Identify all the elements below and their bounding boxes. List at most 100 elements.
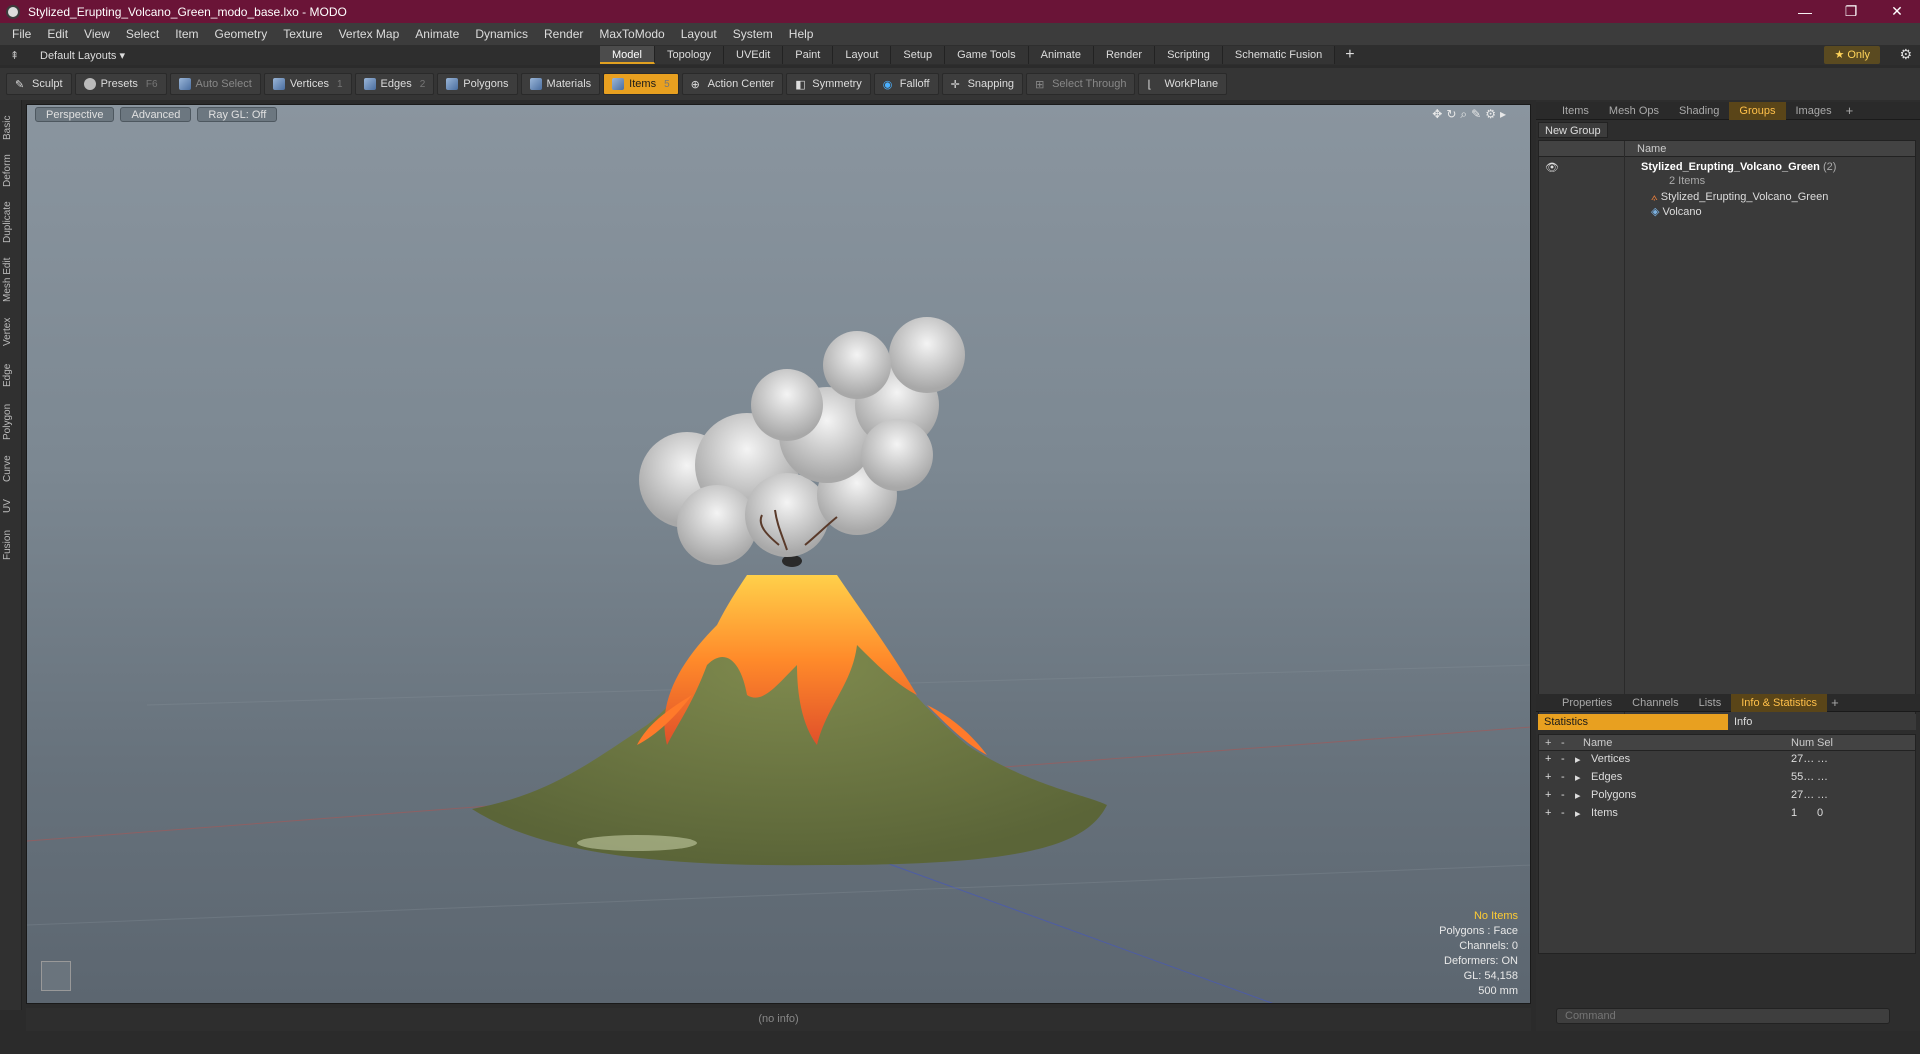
vtab-curve[interactable]: Curve [2,450,20,488]
menu-geometry[interactable]: Geometry [207,27,276,41]
restore-button[interactable]: ❐ [1828,3,1874,20]
tab-layout[interactable]: Layout [833,46,892,64]
tab-images[interactable]: Images [1786,102,1842,120]
menu-animate[interactable]: Animate [407,27,467,41]
perspective-dropdown[interactable]: Perspective [35,107,115,122]
tab-groups[interactable]: Groups [1729,101,1786,120]
group-child-row[interactable]: ◈ Volcano [1651,205,1702,218]
name-column-header: Name [1637,143,1667,155]
new-group-button[interactable]: New Group [1538,122,1608,138]
gear-icon[interactable]: ⚙ [1899,46,1912,63]
presets-button[interactable]: Presets F6 [74,73,167,95]
raygl-toggle[interactable]: Ray GL: Off [197,107,278,122]
items-button[interactable]: Items 5 [603,73,679,95]
menu-texture[interactable]: Texture [275,27,330,41]
vtab-polygon[interactable]: Polygon [2,398,20,446]
tab-items[interactable]: Items [1552,102,1599,120]
vtab-vertex[interactable]: Vertex [2,312,20,352]
statistics-subtab[interactable]: Statistics [1538,714,1728,730]
add-panel-tab-icon[interactable]: + [1846,103,1854,118]
symmetry-button[interactable]: ◧ Symmetry [786,73,871,95]
tab-render[interactable]: Render [1093,46,1156,64]
group-root-row[interactable]: Stylized_Erupting_Volcano_Green (2) [1641,161,1836,173]
row-name: Items [1591,807,1618,819]
close-button[interactable]: ✕ [1874,3,1920,20]
select-through-button[interactable]: ⊞ Select Through [1026,73,1136,95]
expand-arrow-icon[interactable]: ▸ [1500,107,1510,121]
tab-channels[interactable]: Channels [1622,694,1688,712]
tab-scripting[interactable]: Scripting [1155,46,1223,64]
menu-help[interactable]: Help [781,27,822,41]
auto-select-button[interactable]: Auto Select [169,73,261,95]
polygons-button[interactable]: Polygons [437,73,518,95]
tab-setup[interactable]: Setup [891,46,946,64]
vtab-deform[interactable]: Deform [2,150,20,192]
command-input[interactable] [1556,1008,1890,1024]
tab-topology[interactable]: Topology [654,46,725,64]
menu-vertex-map[interactable]: Vertex Map [331,27,408,41]
menu-edit[interactable]: Edit [39,27,76,41]
edit-icon[interactable]: ✎ [1471,107,1485,121]
vtab-basic[interactable]: Basic [2,108,20,148]
edges-button[interactable]: Edges 2 [354,73,435,95]
vtab-mesh-edit[interactable]: Mesh Edit [2,252,20,308]
menu-item[interactable]: Item [167,27,206,41]
vtab-edge[interactable]: Edge [2,356,20,394]
deformers-text: Deformers: ON [1444,955,1518,967]
tab-model[interactable]: Model [600,46,655,64]
vtab-fusion[interactable]: Fusion [2,524,20,566]
advanced-dropdown[interactable]: Advanced [120,107,192,122]
tab-mesh-ops[interactable]: Mesh Ops [1599,102,1669,120]
minimize-button[interactable]: — [1782,4,1828,20]
menu-view[interactable]: View [76,27,118,41]
menu-maxtomodo[interactable]: MaxToModo [591,27,672,41]
statistics-table: + - Name Num Sel + - ▸ Vertices 27… … + - ▸ E… [1538,734,1916,954]
tab-paint[interactable]: Paint [783,46,834,64]
3d-viewport[interactable]: Perspective Advanced Ray GL: Off ✥↻⌕✎⚙▸ … [26,104,1531,1004]
tab-game-tools[interactable]: Game Tools [945,46,1029,64]
vtab-duplicate[interactable]: Duplicate [2,196,20,248]
add-tab-plus-icon[interactable]: + [1345,46,1354,64]
layouts-dropdown[interactable]: Default Layouts ▾ [0,49,600,62]
row-sel: … [1817,753,1828,765]
falloff-button[interactable]: ◉ Falloff [873,73,939,95]
select-through-label: Select Through [1052,78,1127,90]
rotate-icon[interactable]: ↻ [1446,107,1460,121]
sculpt-button[interactable]: ✎ Sculpt [6,73,72,95]
tab-animate[interactable]: Animate [1028,46,1094,64]
table-row[interactable]: + - ▸ Items 1 0 [1539,805,1915,823]
tab-lists[interactable]: Lists [1689,694,1732,712]
group-child-row[interactable]: ⟑ Stylized_Erupting_Volcano_Green [1651,191,1828,204]
tab-schematic-fusion[interactable]: Schematic Fusion [1222,46,1336,64]
menu-render[interactable]: Render [536,27,591,41]
add-panel-tab-icon[interactable]: + [1831,695,1839,710]
vertices-label: Vertices [289,78,329,90]
menu-system[interactable]: System [725,27,781,41]
menu-dynamics[interactable]: Dynamics [467,27,536,41]
zoom-icon[interactable]: ⌕ [1460,107,1471,121]
edges-shortcut: 2 [419,78,426,90]
table-row[interactable]: + - ▸ Edges 55… … [1539,769,1915,787]
group-root-count: (2) [1822,161,1837,173]
snapping-button[interactable]: ✛ Snapping [941,73,1024,95]
settings-icon[interactable]: ⚙ [1485,107,1500,121]
menu-layout[interactable]: Layout [673,27,725,41]
menu-file[interactable]: File [4,27,39,41]
tab-uvedit[interactable]: UVEdit [724,46,784,64]
tab-properties[interactable]: Properties [1552,694,1622,712]
materials-button[interactable]: Materials [520,73,601,95]
pan-icon[interactable]: ✥ [1432,107,1446,121]
menu-select[interactable]: Select [118,27,167,41]
tab-info-statistics[interactable]: Info & Statistics [1731,693,1828,712]
vertices-button[interactable]: Vertices 1 [263,73,352,95]
tab-shading[interactable]: Shading [1669,102,1729,120]
info-subtab[interactable]: Info [1728,714,1916,730]
brush-icon: ✎ [15,79,25,91]
table-row[interactable]: + - ▸ Polygons 27… … [1539,787,1915,805]
visibility-eye-icon[interactable]: 👁 [1545,161,1559,174]
action-center-button[interactable]: ⊕ Action Center [681,73,784,95]
table-row[interactable]: + - ▸ Vertices 27… … [1539,751,1915,769]
vtab-uv[interactable]: UV [2,492,20,520]
only-toggle-button[interactable]: ★ Only [1824,46,1880,64]
workplane-button[interactable]: ⌊ WorkPlane [1138,73,1228,95]
